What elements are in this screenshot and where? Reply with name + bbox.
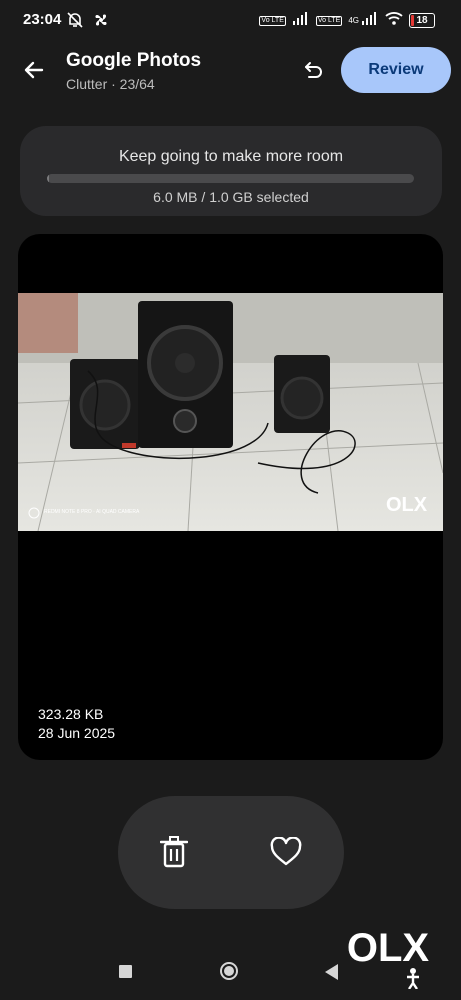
status-right-icons: Vo LTE Vo LTE 4G 18 bbox=[259, 11, 435, 30]
watermark-logo: OLX bbox=[347, 926, 430, 989]
camera-watermark: REDMI NOTE 8 PRO · AI QUAD CAMERA bbox=[44, 509, 140, 515]
back-icon[interactable] bbox=[325, 964, 338, 980]
app-header: Google Photos Clutter · 23/64 Review bbox=[0, 40, 461, 104]
home-icon[interactable] bbox=[220, 962, 238, 980]
page-subtitle: Clutter · 23/64 bbox=[66, 76, 155, 92]
battery-fill bbox=[411, 15, 415, 26]
heart-icon bbox=[270, 837, 302, 866]
signal-icon bbox=[292, 11, 310, 30]
fan-icon bbox=[92, 11, 110, 34]
favorite-button[interactable] bbox=[268, 834, 304, 870]
progress-fill bbox=[47, 174, 50, 183]
progress-bar bbox=[47, 174, 414, 183]
watermark-text: OLX bbox=[347, 926, 430, 970]
photo-date: 28 Jun 2025 bbox=[38, 725, 116, 741]
status-bar: 23:04 Vo LTE Vo LTE 4G 18 bbox=[0, 0, 461, 40]
recents-icon[interactable] bbox=[119, 965, 132, 978]
status-left-icons bbox=[66, 11, 110, 34]
back-button[interactable] bbox=[20, 56, 48, 84]
battery-level: 18 bbox=[416, 15, 428, 26]
progress-label: 6.0 MB / 1.0 GB selected bbox=[153, 189, 309, 205]
page-title: Google Photos bbox=[66, 50, 202, 71]
home-dot bbox=[224, 966, 234, 976]
wifi-icon bbox=[385, 11, 403, 30]
photo-card[interactable]: OLX REDMI NOTE 8 PRO · AI QUAD CAMERA 32… bbox=[18, 234, 443, 760]
battery-icon: 18 bbox=[409, 13, 435, 28]
status-time: 23:04 bbox=[23, 11, 62, 28]
image-watermark: OLX bbox=[386, 494, 428, 516]
signal-icon-2 bbox=[361, 11, 379, 30]
review-button[interactable]: Review bbox=[341, 47, 451, 93]
arrow-back-icon bbox=[24, 61, 44, 79]
volte-badge-2: Vo LTE bbox=[315, 15, 343, 26]
photo-image[interactable]: OLX REDMI NOTE 8 PRO · AI QUAD CAMERA bbox=[18, 293, 443, 531]
trash-button[interactable] bbox=[156, 834, 192, 870]
progress-card: Keep going to make more room 6.0 MB / 1.… bbox=[20, 126, 442, 216]
action-pill bbox=[118, 796, 344, 909]
progress-title: Keep going to make more room bbox=[118, 148, 344, 165]
trash-icon bbox=[160, 836, 188, 868]
volte-badge: Vo LTE bbox=[259, 15, 286, 26]
undo-button[interactable] bbox=[300, 56, 328, 84]
network-label: 4G bbox=[348, 16, 359, 25]
photo-size: 323.28 KB bbox=[38, 706, 104, 722]
mute-icon bbox=[66, 11, 84, 34]
undo-icon bbox=[305, 62, 322, 78]
